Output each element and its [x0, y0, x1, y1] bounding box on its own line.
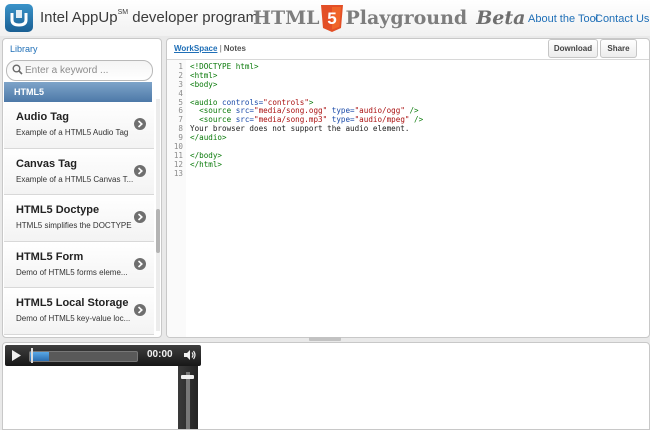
list-item-title: HTML5 Local Storage — [16, 297, 129, 309]
chevron-right-icon[interactable] — [134, 211, 146, 223]
code-token: <!DOCTYPE html> — [190, 62, 259, 71]
list-item-desc: Example of a HTML5 Canvas T... — [16, 174, 134, 184]
chevron-right-icon[interactable] — [134, 257, 146, 270]
code-token: <source — [190, 115, 236, 125]
list-item-audio-tag[interactable]: Audio Tag Example of a HTML5 Audio Tag — [4, 102, 154, 149]
brand-trademark: SM — [117, 9, 129, 16]
search-input[interactable] — [25, 63, 147, 77]
code-token: type= — [327, 106, 355, 116]
library-panel: Library HTML5 Audio Tag Example of a HTM… — [2, 38, 162, 338]
title-html: HTML — [253, 7, 320, 29]
chevron-right-icon[interactable] — [134, 118, 146, 130]
panel-resize-handle[interactable] — [309, 337, 341, 341]
volume-slider-knob[interactable] — [181, 375, 194, 379]
code-token: "media/song.ogg" — [254, 106, 328, 116]
code-token: /> — [404, 106, 419, 116]
library-title: Library — [10, 44, 38, 54]
audio-player: 00:00 — [5, 345, 201, 366]
code-token: "controls" — [263, 97, 309, 107]
line-number: 13 — [173, 168, 183, 178]
code-token: </body> — [190, 150, 223, 160]
code-editor[interactable]: 1 <!DOCTYPE html> 2 <html> 3 <body> 4 5 <audio c… — [169, 62, 424, 179]
audio-progress-track[interactable] — [29, 351, 138, 362]
chevron-right-icon[interactable] — [134, 164, 146, 177]
search-icon — [12, 64, 23, 75]
search-box — [6, 60, 153, 81]
code-line[interactable]: 3 <body> — [169, 79, 423, 90]
tab-notes[interactable]: Notes — [224, 44, 246, 53]
list-item-desc: Example of a HTML5 Audio Tag — [16, 128, 129, 137]
brand-suffix: developer program — [132, 9, 259, 26]
code-token: Your browser does not support the audio … — [190, 124, 410, 134]
audio-time: 00:00 — [147, 349, 173, 360]
list-item-title: HTML5 Form — [16, 250, 84, 263]
list-item-desc: Demo of HTML5 key-value loc... — [16, 314, 131, 323]
code-token: "audio/ogg" — [354, 106, 405, 116]
app-header: Intel AppUpSM developer program HTML 5 P… — [0, 0, 650, 36]
tab-workspace[interactable]: WorkSpace — [174, 44, 217, 53]
library-scrollbar-thumb[interactable] — [156, 209, 160, 253]
list-item-title: Audio Tag — [16, 111, 69, 123]
title-playground: Playground — [345, 7, 468, 29]
code-token: controls= — [222, 97, 264, 107]
brand-name: Intel AppUp — [40, 9, 118, 26]
volume-icon[interactable] — [183, 349, 197, 361]
volume-slider-groove — [186, 372, 190, 429]
workspace-divider — [167, 59, 649, 60]
code-token: </html> — [190, 159, 223, 169]
about-the-tool-link[interactable]: About the Tool — [528, 13, 598, 25]
volume-slider[interactable] — [178, 366, 198, 429]
share-button[interactable]: Share — [600, 39, 637, 58]
list-item-title: Canvas Tag — [16, 157, 77, 170]
title-beta: Beta — [476, 7, 526, 29]
code-token: type= — [327, 115, 355, 125]
chevron-right-icon[interactable] — [134, 304, 146, 316]
download-button[interactable]: Download — [548, 39, 598, 58]
workspace-tabs: WorkSpace | Notes — [174, 44, 246, 53]
code-token: /> — [409, 115, 424, 125]
appup-logo-icon — [5, 4, 33, 32]
code-token: </audio> — [190, 133, 227, 143]
code-token: > — [308, 97, 314, 107]
brand-text: Intel AppUpSM developer program — [40, 9, 258, 26]
tab-separator: | — [219, 44, 222, 53]
code-token: <body> — [190, 79, 218, 89]
list-item-html5-doctype[interactable]: HTML5 Doctype HTML5 simplifies the DOCTY… — [4, 195, 154, 242]
list-item-canvas-tag[interactable]: Canvas Tag Example of a HTML5 Canvas T..… — [4, 148, 154, 195]
code-token: <source — [190, 106, 236, 116]
code-line[interactable]: 13 — [169, 168, 423, 179]
page-title: HTML 5 Playground Beta — [253, 4, 525, 32]
list-item-title: HTML5 Doctype — [16, 204, 100, 216]
library-list: Audio Tag Example of a HTML5 Audio Tag C… — [4, 102, 154, 335]
list-item-desc: Demo of HTML5 forms eleme... — [16, 267, 128, 277]
list-item-html5-local-storage[interactable]: HTML5 Local Storage Demo of HTML5 key-va… — [4, 288, 154, 335]
play-icon[interactable] — [11, 350, 22, 361]
preview-panel: 00:00 — [2, 342, 650, 430]
contact-us-link[interactable]: Contact Us — [595, 13, 649, 25]
audio-progress-knob[interactable] — [31, 348, 33, 363]
code-token: src= — [235, 115, 255, 125]
library-scrollbar[interactable] — [156, 99, 160, 331]
code-token: src= — [235, 106, 255, 116]
html5-shield-icon: 5 — [320, 4, 344, 32]
list-item-html5-form[interactable]: HTML5 Form Demo of HTML5 forms eleme... — [4, 241, 154, 288]
code-line[interactable]: 12 </html> — [169, 159, 423, 170]
code-line[interactable]: 9 </audio> — [169, 133, 423, 143]
code-token: <html> — [190, 70, 218, 80]
code-token: <audio — [190, 97, 223, 107]
code-token: "media/song.mp3" — [254, 115, 328, 125]
list-item-desc: HTML5 simplifies the DOCTYPE — [16, 221, 132, 230]
html5-shield-number: 5 — [328, 9, 337, 28]
workspace-panel: WorkSpace | Notes Download Share 1 <!DOCTYP… — [166, 38, 650, 338]
category-html5[interactable]: HTML5 — [4, 82, 152, 102]
code-token: "audio/mpeg" — [354, 115, 410, 125]
